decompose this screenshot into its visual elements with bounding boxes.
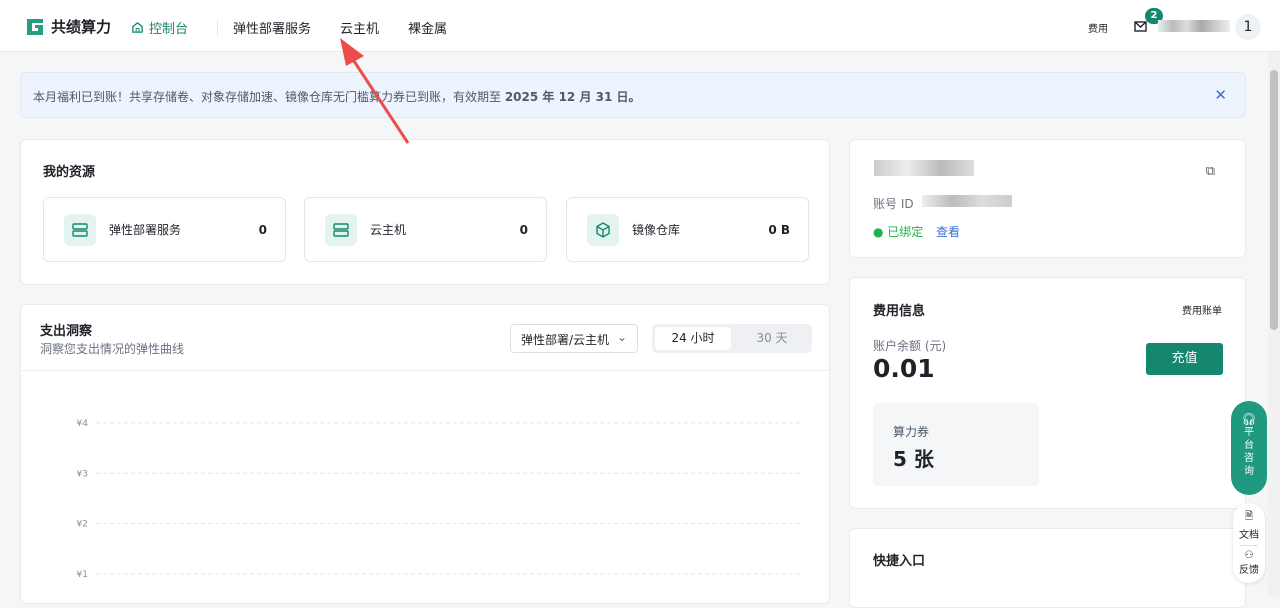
balance-value: 0.01 <box>873 354 935 383</box>
y-tick-label: ¥2 <box>77 520 88 530</box>
voucher-box[interactable]: 算力券 5 张 <box>873 403 1039 486</box>
consult-button[interactable]: 🎧︎ 平台咨询 <box>1231 401 1267 495</box>
logo-icon <box>27 18 43 35</box>
account-id-blurred <box>922 195 1012 207</box>
brand-logo[interactable]: 共绩算力 <box>25 16 111 37</box>
top-header: 共绩算力 控制台 弹性部署服务 云主机 裸金属 费用 2 1 <box>0 0 1280 52</box>
copy-icon[interactable]: ⧉ <box>1206 164 1215 179</box>
main-nav: 控制台 弹性部署服务 云主机 裸金属 <box>131 18 476 37</box>
billing-statement-link[interactable]: 费用账单 <box>1182 302 1222 317</box>
resource-cloud-host[interactable]: 云主机 0 <box>304 197 547 262</box>
annotation-arrow <box>340 38 410 144</box>
document-icon: 🗎 <box>1244 511 1254 522</box>
avatar[interactable]: 1 <box>1235 14 1261 40</box>
username-blurred <box>1158 20 1230 32</box>
quick-title: 快捷入口 <box>873 554 926 569</box>
spend-subtitle: 洞察您支出情况的弹性曲线 <box>40 342 185 356</box>
nav-dashboard[interactable]: 控制台 <box>131 18 188 37</box>
recharge-button[interactable]: 充值 <box>1146 343 1223 375</box>
divider <box>1240 545 1258 546</box>
spend-card: 支出洞察 洞察您支出情况的弹性曲线 弹性部署/云主机 ⌄ 24 小时 30 天 ¥… <box>20 304 830 604</box>
resource-image-repo[interactable]: 镜像仓库 0 B <box>566 197 809 262</box>
nav-elastic-deploy[interactable]: 弹性部署服务 <box>233 18 311 37</box>
view-link[interactable]: 查看 <box>936 223 960 240</box>
billing-title: 费用信息 <box>873 304 926 319</box>
tab-24h[interactable]: 24 小时 <box>655 327 731 350</box>
server-icon <box>325 213 357 246</box>
scrollbar-thumb[interactable] <box>1270 70 1278 330</box>
voucher-label: 算力券 <box>893 425 930 439</box>
y-tick-label: ¥3 <box>77 469 88 479</box>
server-icon <box>64 213 96 246</box>
resources-card: 我的资源 弹性部署服务 0 云主机 0 镜像仓库 0 B <box>20 139 830 285</box>
docs-button[interactable]: 🗎 文档 <box>1233 509 1265 541</box>
y-tick-label: ¥4 <box>77 419 89 429</box>
wechat-bound-status: ● 已绑定 <box>873 225 924 239</box>
float-tools: 🗎 文档 ⚇ 反馈 <box>1233 503 1265 583</box>
spend-chart: ¥4 ¥3 ¥2 ¥1 <box>77 419 804 580</box>
banner-date: 2025 年 12 月 31 日。 <box>504 90 641 104</box>
scrollbar[interactable] <box>1268 52 1280 596</box>
fees-link[interactable]: 费用 <box>1088 20 1108 35</box>
cube-icon <box>587 213 619 246</box>
notice-banner: 本月福利已到账！共享存储卷、对象存储加速、镜像仓库无门槛算力券已到账，有效期至 … <box>20 72 1246 118</box>
balance-label: 账户余额 (元) <box>873 339 947 353</box>
resource-elastic[interactable]: 弹性部署服务 0 <box>43 197 286 262</box>
voucher-count: 5 张 <box>893 447 934 471</box>
headset-icon: 🎧︎ <box>1241 412 1257 426</box>
spend-title: 支出洞察 <box>40 324 93 339</box>
brand-name: 共绩算力 <box>51 18 112 36</box>
y-tick-label: ¥1 <box>77 570 88 580</box>
nav-divider <box>217 19 219 36</box>
quick-entry-card: 快捷入口 <box>849 528 1246 608</box>
resources-title: 我的资源 <box>43 165 96 180</box>
account-name-blurred <box>874 160 974 176</box>
mail-icon[interactable] <box>1134 21 1147 32</box>
feedback-icon: ⚇ <box>1244 550 1254 561</box>
range-tabs: 24 小时 30 天 <box>652 324 812 353</box>
close-icon[interactable]: ✕ <box>1214 86 1227 104</box>
billing-card: 费用信息 费用账单 账户余额 (元) 0.01 充值 算力券 5 张 <box>849 277 1246 509</box>
chevron-down-icon: ⌄ <box>616 330 627 344</box>
feedback-button[interactable]: ⚇ 反馈 <box>1233 550 1265 576</box>
account-id-label: 账号 ID <box>873 197 914 211</box>
service-select[interactable]: 弹性部署/云主机 ⌄ <box>510 324 638 353</box>
tab-30d[interactable]: 30 天 <box>734 327 810 350</box>
home-icon <box>132 22 143 33</box>
account-card: ⧉ 账号 ID ● 已绑定 查看 <box>849 139 1246 258</box>
banner-text: 本月福利已到账！共享存储卷、对象存储加速、镜像仓库无门槛算力券已到账，有效期至 <box>33 90 505 104</box>
